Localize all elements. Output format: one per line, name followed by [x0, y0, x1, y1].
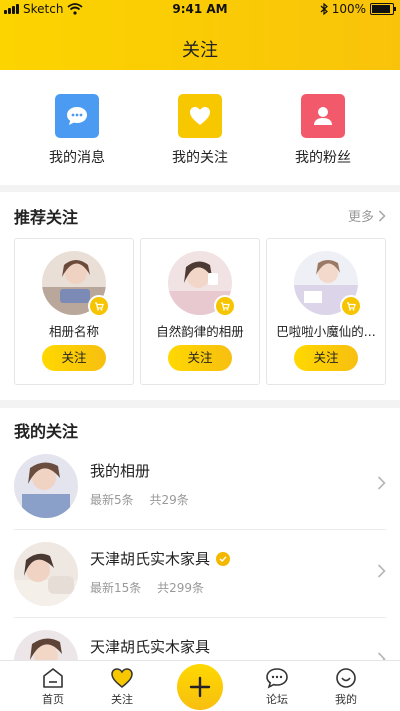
page-title: 关注	[182, 40, 218, 61]
quick-action-label: 我的关注	[172, 150, 228, 166]
item-title: 天津胡氏实木家具	[90, 550, 211, 568]
tab-label: 关注	[111, 693, 133, 706]
my-follows-section: 我的关注 我的相册 最新5条 共29条 天津胡氏实木家具 最新15条 共299条…	[0, 408, 400, 660]
item-total: 共299条	[157, 581, 205, 595]
recommend-section: 推荐关注 更多 相册名称 关注 自然韵律的相册 关注 巴啦啦小魔仙的... 关注	[0, 192, 400, 400]
quick-action-messages[interactable]: 我的消息	[27, 94, 127, 167]
item-title: 我的相册	[90, 462, 151, 480]
follow-button[interactable]: 关注	[42, 345, 106, 371]
status-bar: Sketch 9:41 AM 100%	[0, 0, 400, 20]
card-name: 巴啦啦小魔仙的...	[276, 324, 376, 339]
item-title: 天津胡氏实木家具	[90, 638, 211, 656]
bluetooth-icon	[320, 3, 328, 15]
tab-forum[interactable]: 论坛	[252, 667, 302, 707]
section-title: 我的关注	[14, 422, 79, 441]
avatar	[14, 630, 78, 660]
cart-icon	[214, 295, 236, 317]
chevron-right-icon	[378, 209, 386, 222]
tab-profile[interactable]: 我的	[321, 667, 371, 707]
quick-action-label: 我的消息	[49, 150, 105, 166]
quick-action-following[interactable]: 我的关注	[150, 94, 250, 167]
heart-icon	[178, 94, 222, 138]
chevron-right-icon	[377, 564, 386, 578]
forum-icon	[266, 668, 288, 689]
tab-following[interactable]: 关注	[97, 667, 147, 707]
battery-percent: 100%	[331, 2, 366, 16]
item-latest: 最新15条	[90, 581, 142, 595]
avatar	[14, 542, 78, 606]
chevron-right-icon	[377, 476, 386, 490]
heart-icon	[111, 668, 133, 688]
tab-home[interactable]: 首页	[28, 667, 78, 707]
person-icon	[301, 94, 345, 138]
list-item[interactable]: 天津胡氏实木家具	[0, 618, 400, 660]
more-label: 更多	[347, 210, 374, 225]
chevron-right-icon	[377, 652, 386, 660]
recommend-card[interactable]: 相册名称 关注	[14, 238, 134, 385]
section-title: 推荐关注	[14, 208, 79, 227]
item-latest: 最新5条	[90, 493, 134, 507]
chat-bubble-icon	[55, 94, 99, 138]
plus-icon	[189, 676, 211, 698]
cart-icon	[88, 295, 110, 317]
more-link[interactable]: 更多	[348, 206, 386, 225]
follow-button[interactable]: 关注	[168, 345, 232, 371]
tab-label: 我的	[335, 693, 357, 706]
profile-icon	[336, 668, 356, 688]
list-item[interactable]: 天津胡氏实木家具 最新15条 共299条	[0, 530, 400, 618]
quick-actions: 我的消息 我的关注 我的粉丝	[0, 70, 400, 185]
recommend-card[interactable]: 巴啦啦小魔仙的... 关注	[266, 238, 386, 385]
list-item[interactable]: 我的相册 最新5条 共29条	[0, 442, 400, 530]
battery-icon	[370, 3, 396, 15]
quick-action-label: 我的粉丝	[295, 150, 351, 166]
add-post-button[interactable]	[177, 664, 223, 710]
tab-label: 论坛	[266, 693, 288, 706]
recommend-card[interactable]: 自然韵律的相册 关注	[140, 238, 260, 385]
header-bar: Sketch 9:41 AM 100% 关注	[0, 0, 400, 70]
item-total: 共29条	[149, 493, 189, 507]
cart-icon	[340, 295, 362, 317]
verified-icon	[216, 551, 231, 566]
tab-label: 首页	[42, 693, 64, 706]
avatar	[14, 454, 78, 518]
quick-action-fans[interactable]: 我的粉丝	[273, 94, 373, 167]
card-name: 相册名称	[48, 324, 99, 339]
follow-button[interactable]: 关注	[294, 345, 358, 371]
card-name: 自然韵律的相册	[156, 324, 244, 339]
home-icon	[43, 668, 63, 688]
